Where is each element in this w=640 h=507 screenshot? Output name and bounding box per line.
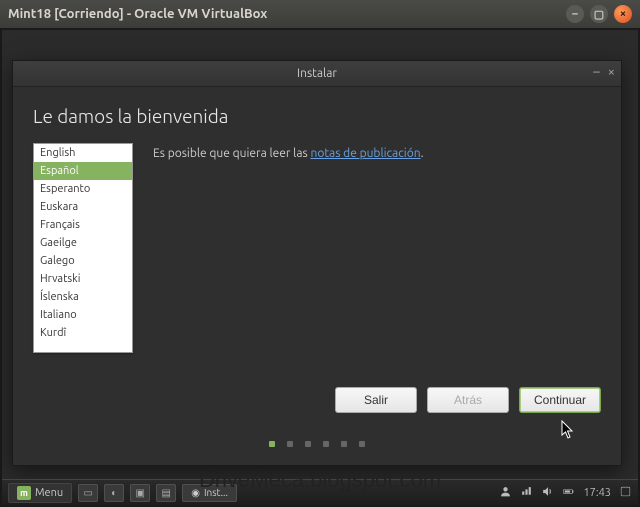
language-option[interactable]: Français [34,216,132,234]
welcome-heading: Le damos la bienvenida [33,105,601,127]
installer-window: Instalar – × Le damos la bienvenida Engl… [12,60,622,466]
terminal-icon[interactable]: ▣ [130,484,150,502]
tray-overflow-icon[interactable] [619,485,632,501]
maximize-button[interactable]: ▢ [590,5,608,23]
installer-titlebar: Instalar – × [13,61,621,87]
release-notes-message: Es posible que quiera leer las notas de … [153,143,424,160]
vm-screen: Instalar – × Le damos la bienvenida Engl… [0,28,640,507]
close-button[interactable]: × [614,5,632,23]
language-option[interactable]: Hrvatski [34,270,132,288]
language-option[interactable]: Galego [34,252,132,270]
quit-button[interactable]: Salir [335,387,417,413]
minimize-button[interactable]: – [566,5,584,23]
show-desktop-icon[interactable]: ▭ [78,484,98,502]
system-tray: 17:43 [499,485,632,501]
language-list[interactable]: EnglishEspañolEsperantoEuskaraFrançaisGa… [33,143,133,353]
progress-dot [323,441,329,447]
network-icon[interactable] [520,485,533,501]
mint-logo-icon: m [17,486,31,500]
taskbar-task-installer[interactable]: ◉ Inst... [182,484,237,502]
volume-icon[interactable] [541,485,554,501]
virtualbox-title: Mint18 [Corriendo] - Oracle VM VirtualBo… [8,7,566,21]
language-option[interactable]: Euskara [34,198,132,216]
mouse-cursor-icon [561,420,575,440]
language-option[interactable]: Kurdî [34,324,132,342]
language-option[interactable]: Español [34,162,132,180]
progress-dot [305,441,311,447]
task-label: Inst... [204,487,228,498]
virtualbox-titlebar: Mint18 [Corriendo] - Oracle VM VirtualBo… [0,0,640,28]
progress-dot [341,441,347,447]
taskbar: m Menu ▭ ◐ ▣ ▤ ◉ Inst... [2,479,638,505]
release-notes-link[interactable]: notas de publicación [310,147,420,160]
cd-icon: ◉ [191,487,200,499]
installer-minimize-icon[interactable]: – [593,65,599,79]
message-prefix: Es posible que quiera leer las [153,147,310,160]
language-option[interactable]: Esperanto [34,180,132,198]
firefox-icon[interactable]: ◐ [104,484,124,502]
language-option[interactable]: English [34,144,132,162]
language-option[interactable]: Íslenska [34,288,132,306]
virtualbox-window-controls: – ▢ × [566,5,632,23]
menu-label: Menu [35,487,63,499]
guest-desktop: Instalar – × Le damos la bienvenida Engl… [2,30,638,505]
user-icon[interactable] [499,485,512,501]
menu-button[interactable]: m Menu [8,483,72,503]
language-option[interactable]: Italiano [34,306,132,324]
message-suffix: . [421,147,424,160]
clock[interactable]: 17:43 [583,487,611,499]
progress-dots [13,441,621,447]
installer-close-icon[interactable]: × [608,65,615,79]
installer-body: Le damos la bienvenida EnglishEspañolEsp… [13,87,621,353]
language-option[interactable]: Gaeilge [34,234,132,252]
battery-icon[interactable] [562,485,575,501]
installer-window-controls: – × [593,65,615,79]
installer-button-row: Salir Atrás Continuar [335,387,601,413]
continue-button[interactable]: Continuar [519,387,601,413]
installer-title: Instalar [297,67,337,80]
back-button: Atrás [427,387,509,413]
progress-dot [269,441,275,447]
progress-dot [359,441,365,447]
files-icon[interactable]: ▤ [156,484,176,502]
progress-dot [287,441,293,447]
